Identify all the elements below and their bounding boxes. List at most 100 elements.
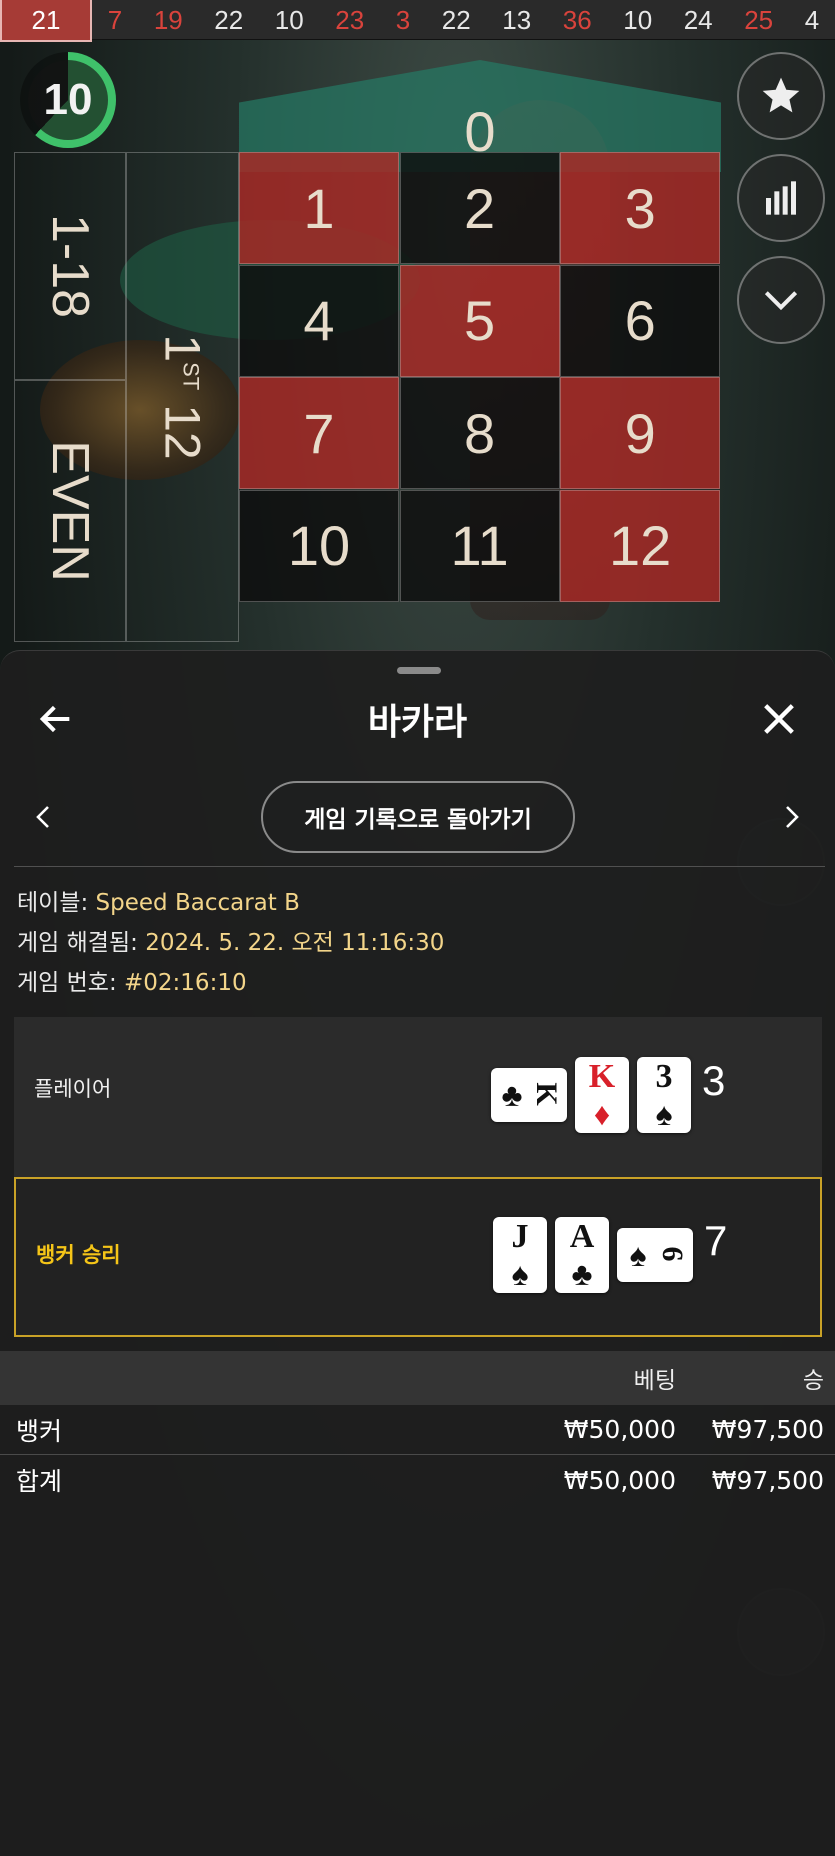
game-number-value: #02:16:10 xyxy=(124,970,247,996)
sheet-title: 바카라 xyxy=(367,702,468,743)
result-number: 22 xyxy=(214,4,244,35)
number-10[interactable]: 10 xyxy=(239,489,399,602)
player-score: 3 xyxy=(702,1057,726,1104)
playing-card: K ♣ xyxy=(491,1068,567,1122)
result-number: 23 xyxy=(335,4,365,35)
result-number: 3 xyxy=(395,4,411,35)
close-button[interactable] xyxy=(759,699,799,739)
sheet-drag-handle[interactable] xyxy=(397,667,441,674)
banker-hand: 뱅커 승리 J ♠ A ♣ 6 ♠ 7 xyxy=(14,1177,822,1337)
back-to-history-button[interactable]: 게임 기록으로 돌아가기 xyxy=(261,781,575,853)
playing-card: 3 ♠ xyxy=(637,1057,691,1133)
card-suit: ♦ xyxy=(593,1096,611,1132)
playing-card: K ♦ xyxy=(575,1057,629,1133)
table-label: 테이블: xyxy=(17,890,89,916)
banker-label: 뱅커 승리 xyxy=(36,1243,121,1267)
game-number-info: 게임 번호: #02:16:10 xyxy=(17,963,817,1003)
number-12[interactable]: 12 xyxy=(560,489,721,602)
bet-row-total: 합계 ₩50,000 ₩97,500 xyxy=(0,1455,835,1505)
star-icon xyxy=(762,77,800,113)
close-icon xyxy=(764,704,794,734)
number-7[interactable]: 7 xyxy=(239,377,399,489)
card-suit: ♠ xyxy=(629,1237,647,1273)
result-number: 36 xyxy=(562,4,592,35)
card-rank: K xyxy=(588,1058,616,1095)
number-6[interactable]: 6 xyxy=(560,264,721,377)
card-suit: ♣ xyxy=(501,1077,523,1113)
statistics-button[interactable] xyxy=(737,154,825,242)
favorite-button[interactable] xyxy=(737,52,825,140)
bar-chart-icon xyxy=(766,181,796,215)
number-9[interactable]: 9 xyxy=(560,377,721,489)
card-rank: 6 xyxy=(656,1246,689,1262)
table-info: 테이블: Speed Baccarat B xyxy=(17,883,817,923)
card-suit: ♣ xyxy=(571,1256,593,1292)
result-number: 22 xyxy=(441,4,471,35)
game-number-label: 게임 번호: xyxy=(17,970,117,996)
number-8[interactable]: 8 xyxy=(399,377,560,489)
resolved-value: 2024. 5. 22. 오전 11:16:30 xyxy=(145,930,445,956)
even-bet[interactable]: EVEN xyxy=(14,380,126,642)
card-rank: K xyxy=(530,1082,563,1106)
first-dozen-bet[interactable]: 1ST 12 xyxy=(126,152,239,642)
resolved-label: 게임 해결됨: xyxy=(17,930,138,956)
table-value: Speed Baccarat B xyxy=(95,890,300,916)
number-4[interactable]: 4 xyxy=(239,264,399,377)
card-suit: ♠ xyxy=(655,1096,673,1132)
number-2[interactable]: 2 xyxy=(399,152,560,264)
recent-results-strip: 21 7 19 22 10 23 3 22 13 36 10 24 25 4 xyxy=(0,0,835,42)
card-rank: A xyxy=(569,1218,595,1255)
bet-amount: ₩50,000 xyxy=(563,1415,676,1444)
result-number: 24 xyxy=(683,4,713,35)
bet-table-header: 베팅 승 xyxy=(0,1351,835,1405)
resolved-info: 게임 해결됨: 2024. 5. 22. 오전 11:16:30 xyxy=(17,923,817,963)
playing-card: A ♣ xyxy=(555,1217,609,1293)
game-history-sheet: 바카라 게임 기록으로 돌아가기 테이블: Speed Baccarat B 게… xyxy=(0,650,835,1856)
player-hand: 플레이어 K ♣ K ♦ 3 ♠ 3 xyxy=(14,1017,822,1177)
countdown-timer: 10 xyxy=(20,52,116,148)
card-suit: ♠ xyxy=(511,1256,529,1292)
roulette-betting-grid: 0 1-18 EVEN 1ST 12 1 2 3 4 5 6 7 8 9 10 11 12 xyxy=(14,40,721,642)
bet-summary-table: 베팅 승 뱅커 ₩50,000 ₩97,500 합계 ₩50,000 ₩97,5… xyxy=(0,1351,835,1505)
banker-cards: J ♠ A ♣ 6 ♠ xyxy=(493,1217,693,1293)
next-game-button[interactable] xyxy=(779,801,803,833)
chevron-right-icon xyxy=(786,806,799,828)
sheet-header: 바카라 xyxy=(0,679,835,759)
result-number: 7 xyxy=(107,4,123,35)
result-number: 10 xyxy=(274,4,304,35)
banker-score: 7 xyxy=(704,1217,728,1264)
result-number: 25 xyxy=(744,4,774,35)
player-cards: K ♣ K ♦ 3 ♠ xyxy=(491,1057,691,1133)
win-amount: ₩97,500 xyxy=(711,1415,824,1444)
bet-name: 뱅커 xyxy=(16,1416,63,1446)
dozen-label: 1ST 12 xyxy=(154,334,211,460)
timer-value: 10 xyxy=(28,60,108,140)
result-number: 13 xyxy=(502,4,532,35)
divider xyxy=(14,866,825,867)
playing-card: J ♠ xyxy=(493,1217,547,1293)
even-label: EVEN xyxy=(41,440,100,582)
number-1[interactable]: 1 xyxy=(239,152,399,264)
total-name: 합계 xyxy=(16,1467,63,1496)
history-navigation: 게임 기록으로 돌아가기 xyxy=(0,781,835,853)
number-5[interactable]: 5 xyxy=(399,264,560,377)
number-11[interactable]: 11 xyxy=(399,489,560,602)
result-number: 10 xyxy=(623,4,653,35)
result-number: 19 xyxy=(153,4,183,35)
range-label: 1-18 xyxy=(40,213,99,319)
header-win: 승 xyxy=(802,1368,824,1394)
collapse-button[interactable] xyxy=(737,256,825,344)
bet-row-banker: 뱅커 ₩50,000 ₩97,500 xyxy=(0,1405,835,1455)
number-3[interactable]: 3 xyxy=(560,152,721,264)
range-1-18-bet[interactable]: 1-18 xyxy=(14,152,126,380)
latest-result: 21 xyxy=(0,0,92,42)
game-info: 테이블: Speed Baccarat B 게임 해결됨: 2024. 5. 2… xyxy=(17,883,817,1003)
result-number: 4 xyxy=(804,4,820,35)
chevron-left-icon xyxy=(36,806,49,828)
chevron-down-icon xyxy=(764,291,798,311)
previous-game-button[interactable] xyxy=(32,801,56,833)
header-bet: 베팅 xyxy=(633,1368,676,1394)
playing-card: 6 ♠ xyxy=(617,1228,693,1282)
card-rank: J xyxy=(511,1218,529,1255)
total-bet-amount: ₩50,000 xyxy=(563,1465,676,1495)
